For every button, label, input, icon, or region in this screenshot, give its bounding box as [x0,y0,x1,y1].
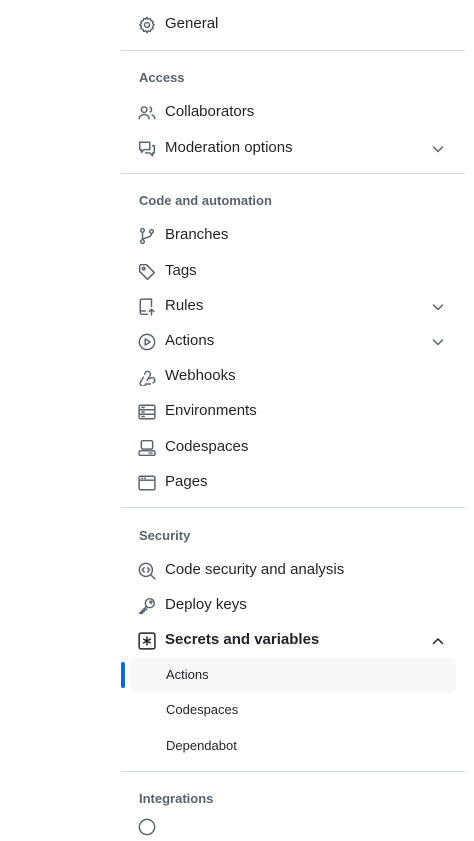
settings-sidebar: General Access Collaborators Moderation … [121,0,465,836]
play-icon [138,333,156,351]
tag-icon [138,263,156,281]
section-title-integrations: Integrations [139,791,214,806]
chevron-down-icon[interactable] [430,299,446,315]
divider [121,507,465,508]
sidebar-item-label: General [165,15,219,32]
subitem-actions[interactable]: Actions [121,658,465,692]
section-title-access: Access [139,70,185,85]
sidebar-item-deploy-keys[interactable]: Deploy keys [121,589,465,621]
sidebar-item-rules[interactable]: Rules [121,290,465,322]
divider [121,771,465,772]
codescan-icon [138,562,156,580]
subitem-codespaces[interactable]: Codespaces [121,693,465,727]
sidebar-item-code-security[interactable]: Code security and analysis [121,554,465,586]
chevron-up-icon[interactable] [430,633,446,649]
gear-icon [138,16,156,34]
sidebar-item-label: Collaborators [165,103,255,120]
sidebar-item-environments[interactable]: Environments [121,395,465,427]
subitem-dependabot[interactable]: Dependabot [121,729,465,763]
divider [121,50,465,51]
codespaces-icon [138,439,156,457]
sidebar-item-label: Actions [165,332,215,349]
git-branch-icon [138,227,156,245]
people-icon [138,104,156,122]
sidebar-item-label: Tags [165,262,197,279]
subitem-label: Dependabot [166,738,237,753]
section-title-security: Security [139,528,191,543]
key-icon [138,597,156,615]
sidebar-item-label: Webhooks [165,367,236,384]
server-icon [138,403,156,421]
active-indicator [121,662,125,688]
sidebar-item-label: Code security and analysis [165,561,345,578]
partial-icon [138,818,156,836]
sidebar-item-label: Deploy keys [165,596,247,613]
sidebar-item-general[interactable]: General [121,8,465,40]
sidebar-item-secrets-variables[interactable]: Secrets and variables [121,624,465,656]
comment-discussion-icon [138,140,156,158]
sidebar-item-label: Codespaces [165,438,249,455]
webhook-icon [138,368,156,386]
sidebar-item-codespaces[interactable]: Codespaces [121,431,465,463]
sidebar-item-label: Rules [165,297,204,314]
repo-push-icon [138,298,156,316]
sidebar-item-label: Secrets and variables [165,631,320,648]
sidebar-item-pages[interactable]: Pages [121,466,465,498]
sidebar-item-label: Environments [165,402,257,419]
subitem-label: Codespaces [166,702,239,717]
chevron-down-icon[interactable] [430,141,446,157]
section-title-code-automation: Code and automation [139,193,272,208]
asterisk-icon [138,632,156,650]
sidebar-item-label: Branches [165,226,229,243]
sidebar-item-moderation-options[interactable]: Moderation options [121,132,465,164]
sidebar-item-branches[interactable]: Branches [121,219,465,251]
sidebar-item-tags[interactable]: Tags [121,255,465,287]
sidebar-item-label: Moderation options [165,139,293,156]
sidebar-item-collaborators[interactable]: Collaborators [121,96,465,128]
browser-icon [138,474,156,492]
sidebar-item-label: Pages [165,473,208,490]
divider [121,173,465,174]
subitem-label: Actions [166,667,209,682]
sidebar-item-webhooks[interactable]: Webhooks [121,360,465,392]
sidebar-item-actions[interactable]: Actions [121,325,465,357]
chevron-down-icon[interactable] [430,334,446,350]
